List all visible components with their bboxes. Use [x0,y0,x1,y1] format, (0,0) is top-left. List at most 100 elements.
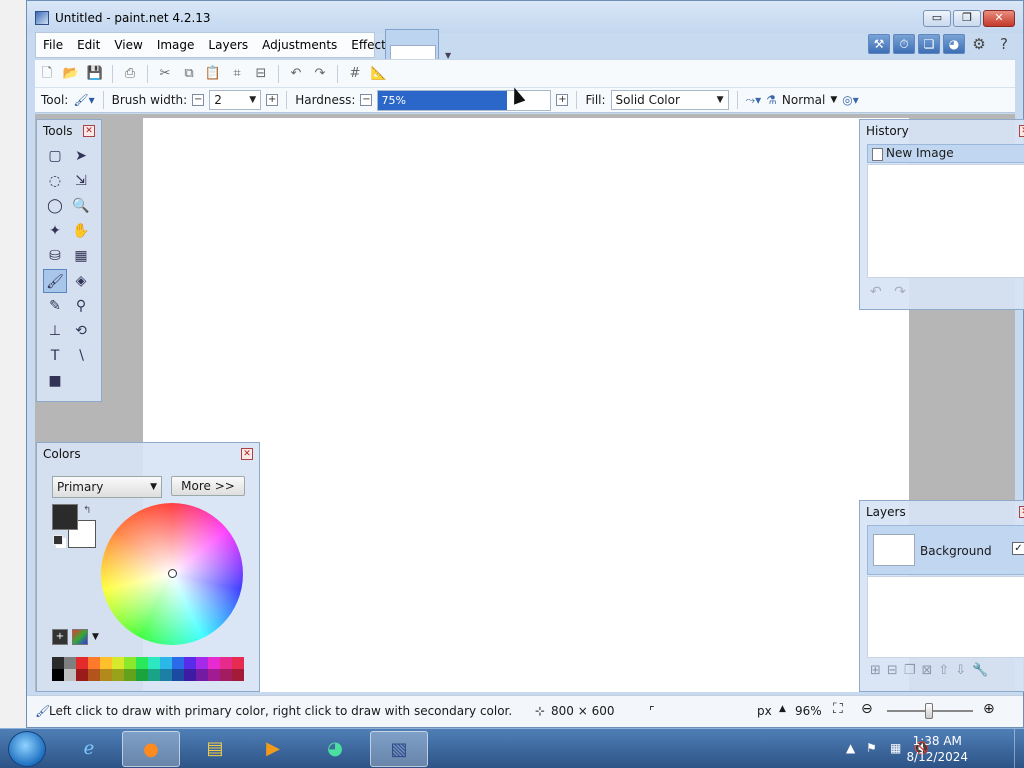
app-icon[interactable]: ◕ [306,731,364,767]
palette-swatch[interactable] [64,657,76,669]
clone-stamp-icon[interactable]: ⊥ [43,319,67,343]
zoom-to-window-icon[interactable]: ⛶ [833,701,843,717]
add-color-to-palette-icon[interactable]: + [52,629,68,645]
palette-swatch[interactable] [208,669,220,681]
more-colors-button[interactable]: More >> [171,476,245,496]
zoom-slider-thumb[interactable] [925,703,933,719]
layer-row-background[interactable]: Background ✓ [867,525,1024,575]
show-desktop-button[interactable] [1014,729,1024,768]
fill-combo[interactable]: Solid Color ▼ [610,90,729,110]
zoom-out-icon[interactable]: ⊖ [861,701,873,717]
move-layer-up-icon[interactable]: ⇧ [938,663,949,678]
new-file-icon[interactable]: 🗋 [37,64,57,84]
magic-wand-icon[interactable]: ✦ [43,219,67,243]
palette-swatch[interactable] [100,669,112,681]
close-icon[interactable]: ✕ [1019,506,1024,518]
palette-swatch[interactable] [160,657,172,669]
brush-width-combo[interactable]: 2 ▼ [209,90,262,110]
units-select[interactable]: px [757,704,772,718]
chevron-down-icon[interactable]: ▼ [92,632,99,642]
media-player-icon[interactable]: ▶ [244,731,302,767]
layer-visibility-checkbox[interactable]: ✓ [1012,542,1024,555]
chevron-up-icon[interactable]: ▲ [779,704,786,714]
zoom-value[interactable]: 96% [795,704,822,718]
ruler-icon[interactable]: 📐 [369,64,389,84]
layers-window-toggle-icon[interactable]: ❏ [918,34,940,54]
layer-properties-icon[interactable]: 🔧 [972,663,988,678]
palette-menu-icon[interactable] [72,629,88,645]
settings-gear-icon[interactable]: ⚙ [968,34,990,54]
cut-icon[interactable]: ✂ [155,64,175,84]
palette-swatch[interactable] [52,669,64,681]
close-icon[interactable]: ✕ [83,125,95,137]
delete-layer-icon[interactable]: ⊟ [887,663,898,678]
history-undo-redo-icons[interactable]: ↶ ↷ [870,284,910,300]
chevron-down-icon[interactable]: ▼ [830,95,837,105]
colors-window-toggle-icon[interactable]: ◕ [943,34,965,54]
redo-icon[interactable]: ↷ [310,64,330,84]
brush-width-increase-button[interactable]: + [266,94,279,106]
palette-swatch[interactable] [196,669,208,681]
internet-explorer-icon[interactable]: ℯ [60,731,118,767]
palette-swatch[interactable] [88,669,100,681]
palette-swatch[interactable] [112,657,124,669]
menu-adjustments[interactable]: Adjustments [255,38,344,52]
palette-swatch[interactable] [196,657,208,669]
reset-colors-icon[interactable] [53,535,63,545]
save-icon[interactable]: 💾 [85,64,105,84]
palette-swatch[interactable] [172,669,184,681]
palette-swatch[interactable] [208,657,220,669]
pencil-icon[interactable]: ✎ [43,294,67,318]
palette-swatch[interactable] [220,657,232,669]
recolor-icon[interactable]: ⟲ [69,319,93,343]
menu-view[interactable]: View [107,38,149,52]
palette-swatch[interactable] [160,669,172,681]
zoom-icon[interactable]: 🔍 [69,194,93,218]
print-icon[interactable]: ⎙ [120,64,140,84]
palette-swatch[interactable] [232,669,244,681]
palette-swatch[interactable] [184,657,196,669]
move-selected-icon[interactable]: ⇲ [69,169,93,193]
ellipse-select-icon[interactable]: ◯ [43,194,67,218]
restore-button[interactable]: ❐ [953,10,981,27]
swap-colors-icon[interactable]: ↰ [83,505,91,516]
color-picker-icon[interactable]: ⚲ [69,294,93,318]
blend-mode-flask-icon[interactable]: ⚗ [766,93,777,107]
palette-swatch[interactable] [100,657,112,669]
paintnet-taskbar-icon[interactable]: ▧ [370,731,428,767]
show-hidden-icons[interactable]: ▲ [846,741,855,755]
undo-icon[interactable]: ↶ [286,64,306,84]
primary-color-swatch[interactable] [52,504,78,530]
duplicate-layer-icon[interactable]: ❐ [904,663,916,678]
palette-swatch[interactable] [232,657,244,669]
history-item-new-image[interactable]: New Image [867,144,1024,163]
palette-swatch[interactable] [136,669,148,681]
eraser-icon[interactable]: ◈ [69,269,93,293]
network-icon[interactable]: ▦ [890,741,901,755]
paint-bucket-icon[interactable]: ⛁ [43,244,67,268]
paintbrush-icon[interactable]: 🖌 [43,269,67,293]
grid-icon[interactable]: # [345,64,365,84]
taskbar-clock[interactable]: 1:38 AM 8/12/2024 [906,733,968,765]
brush-width-decrease-button[interactable]: − [192,94,205,106]
current-tool-brush-icon[interactable]: 🖌▾ [73,93,94,107]
help-icon[interactable]: ? [993,34,1015,54]
history-window-toggle-icon[interactable]: ⏱ [893,34,915,54]
move-layer-down-icon[interactable]: ⇩ [955,663,966,678]
minimize-button[interactable]: ▭ [923,10,951,27]
text-icon[interactable]: T [43,344,67,368]
antialiasing-icon[interactable]: ⤳▾ [746,93,762,108]
menu-file[interactable]: File [36,38,70,52]
gradient-icon[interactable]: ▦ [69,244,93,268]
palette-swatch[interactable] [184,669,196,681]
firefox-icon[interactable]: ● [122,731,180,767]
palette-swatch[interactable] [76,657,88,669]
palette-swatch[interactable] [124,669,136,681]
menu-layers[interactable]: Layers [201,38,255,52]
palette-swatch[interactable] [52,657,64,669]
palette-swatch[interactable] [124,657,136,669]
start-button[interactable] [8,731,46,767]
crop-icon[interactable]: ⌗ [227,64,247,84]
color-wheel-marker[interactable] [168,569,177,578]
palette-swatch[interactable] [172,657,184,669]
